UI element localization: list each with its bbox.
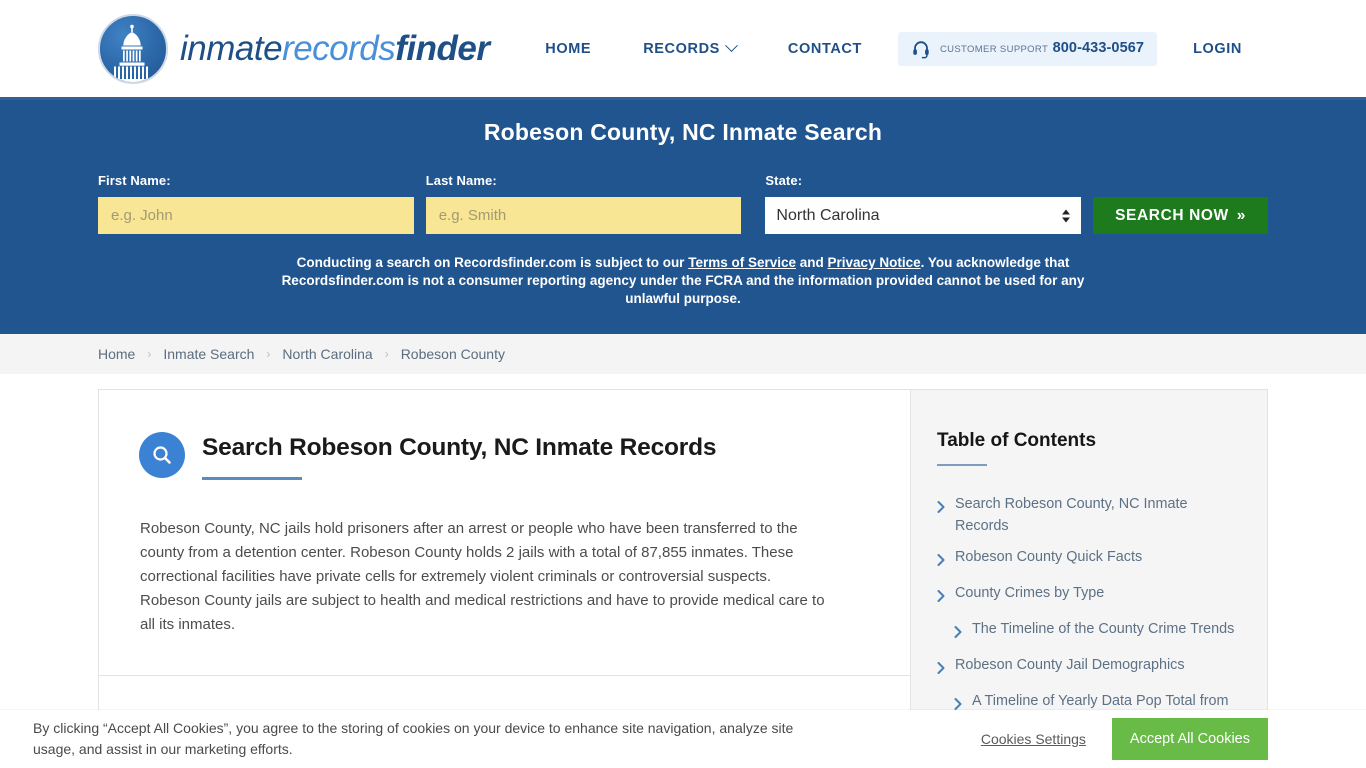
state-select[interactable] bbox=[765, 197, 1082, 234]
chevron-right-icon bbox=[937, 498, 945, 537]
headset-icon bbox=[911, 39, 931, 59]
first-name-input[interactable] bbox=[98, 197, 414, 234]
privacy-notice-link[interactable]: Privacy Notice bbox=[828, 255, 921, 270]
chevron-right-icon bbox=[937, 551, 945, 573]
toc-item-label: Robeson County Jail Demographics bbox=[955, 657, 1185, 673]
logo-part-records: records bbox=[282, 28, 396, 68]
toc-item-crime-trends-timeline[interactable]: The Timeline of the County Crime Trends bbox=[937, 618, 1241, 645]
content-area: Search Robeson County, NC Inmate Records… bbox=[0, 374, 1366, 747]
chevron-right-icon bbox=[937, 587, 945, 609]
cookie-banner-actions: Cookies Settings Accept All Cookies bbox=[981, 718, 1268, 760]
breadcrumb-item-north-carolina[interactable]: North Carolina bbox=[282, 346, 372, 362]
table-of-contents-panel: Table of Contents Search Robeson County,… bbox=[910, 389, 1268, 747]
nav-item-login[interactable]: LOGIN bbox=[1167, 41, 1268, 57]
toc-item-search-records[interactable]: Search Robeson County, NC Inmate Records bbox=[937, 493, 1241, 537]
customer-support-box[interactable]: CUSTOMER SUPPORT 800-433-0567 bbox=[897, 31, 1158, 66]
first-name-field-group: First Name: bbox=[98, 173, 414, 234]
section-heading-row: Search Robeson County, NC Inmate Records bbox=[99, 390, 910, 480]
toc-title: Table of Contents bbox=[937, 430, 1097, 451]
cookie-banner-text: By clicking “Accept All Cookies”, you ag… bbox=[33, 720, 794, 757]
breadcrumb-separator: › bbox=[266, 347, 271, 361]
section-title: Search Robeson County, NC Inmate Records bbox=[202, 434, 717, 461]
chevron-right-icon bbox=[954, 623, 962, 645]
nav-item-home[interactable]: HOME bbox=[519, 41, 617, 57]
first-name-label: First Name: bbox=[98, 173, 171, 188]
title-underline bbox=[202, 477, 302, 480]
state-label: State: bbox=[765, 173, 803, 188]
chevron-down-icon bbox=[725, 39, 738, 53]
disclaimer-part-1: Conducting a search on Recordsfinder.com… bbox=[296, 255, 689, 270]
nav-item-login-label: LOGIN bbox=[1193, 40, 1242, 57]
nav-item-records[interactable]: RECORDS bbox=[617, 39, 762, 57]
toc-underline bbox=[937, 464, 987, 466]
accept-all-cookies-button[interactable]: Accept All Cookies bbox=[1111, 718, 1268, 760]
main-content-card: Search Robeson County, NC Inmate Records… bbox=[98, 389, 910, 747]
heading-block: Search Robeson County, NC Inmate Records bbox=[202, 431, 717, 480]
cookies-settings-link[interactable]: Cookies Settings bbox=[981, 731, 1086, 747]
nav-item-contact[interactable]: CONTACT bbox=[762, 41, 888, 57]
toc-item-label: County Crimes by Type bbox=[955, 585, 1105, 601]
toc-item-label: Search Robeson County, NC Inmate Records bbox=[955, 496, 1188, 534]
toc-item-label: Robeson County Quick Facts bbox=[955, 549, 1143, 565]
toc-item-label: The Timeline of the County Crime Trends bbox=[972, 621, 1235, 637]
section-divider bbox=[99, 675, 910, 676]
site-logo[interactable]: inmaterecordsfinder bbox=[98, 13, 490, 84]
site-logo-text: inmaterecordsfinder bbox=[180, 29, 490, 69]
breadcrumb-item-home[interactable]: Home bbox=[98, 346, 135, 362]
state-select-wrapper bbox=[765, 197, 1082, 234]
state-field-group: State: bbox=[765, 173, 1082, 234]
last-name-input[interactable] bbox=[425, 197, 742, 234]
last-name-field-group: Last Name: bbox=[425, 173, 742, 234]
site-header: inmaterecordsfinder HOME RECORDS CONTACT bbox=[0, 0, 1366, 97]
toc-item-jail-demographics[interactable]: Robeson County Jail Demographics bbox=[937, 654, 1241, 681]
capitol-dome-icon bbox=[98, 13, 168, 84]
logo-part-inmate: inmate bbox=[180, 28, 283, 68]
toc-item-crimes-by-type[interactable]: County Crimes by Type bbox=[937, 582, 1241, 609]
customer-support-text: CUSTOMER SUPPORT 800-433-0567 bbox=[940, 39, 1144, 57]
magnifier-icon bbox=[139, 432, 185, 478]
page-title: Robeson County, NC Inmate Search bbox=[483, 119, 883, 145]
section-paragraph: Robeson County, NC jails hold prisoners … bbox=[140, 520, 825, 633]
search-now-button[interactable]: SEARCH NOW » bbox=[1093, 197, 1268, 234]
nav-item-contact-label: CONTACT bbox=[787, 40, 862, 57]
toc-item-quick-facts[interactable]: Robeson County Quick Facts bbox=[937, 546, 1241, 573]
breadcrumb-item-inmate-search[interactable]: Inmate Search bbox=[163, 346, 254, 362]
customer-support-label: CUSTOMER SUPPORT bbox=[939, 44, 1049, 56]
breadcrumb-separator: › bbox=[384, 347, 389, 361]
disclaimer-part-2: and bbox=[796, 255, 828, 270]
logo-part-finder: finder bbox=[395, 28, 490, 68]
toc-list: Search Robeson County, NC Inmate Records… bbox=[937, 493, 1241, 734]
nav-item-records-label: RECORDS bbox=[643, 40, 720, 57]
search-form: First Name: Last Name: State: SEARCH NOW… bbox=[98, 173, 1268, 234]
search-disclaimer: Conducting a search on Recordsfinder.com… bbox=[253, 254, 1113, 308]
cookie-consent-banner: By clicking “Accept All Cookies”, you ag… bbox=[0, 710, 1366, 768]
hero-search-section: Robeson County, NC Inmate Search First N… bbox=[0, 97, 1366, 334]
breadcrumb-separator: › bbox=[147, 347, 152, 361]
terms-of-service-link[interactable]: Terms of Service bbox=[688, 255, 796, 270]
main-navigation: HOME RECORDS CONTACT CUSTOMER SUPPORT 80… bbox=[519, 31, 1268, 66]
search-now-label: SEARCH NOW bbox=[1115, 206, 1229, 224]
customer-support-phone: 800-433-0567 bbox=[1052, 40, 1145, 57]
nav-item-home-label: HOME bbox=[545, 40, 592, 57]
breadcrumb-item-robeson-county: Robeson County bbox=[400, 346, 505, 362]
breadcrumb: Home › Inmate Search › North Carolina › … bbox=[0, 334, 1366, 374]
last-name-label: Last Name: bbox=[425, 173, 497, 188]
chevron-right-icon bbox=[937, 659, 945, 681]
double-chevron-right-icon: » bbox=[1236, 206, 1246, 224]
